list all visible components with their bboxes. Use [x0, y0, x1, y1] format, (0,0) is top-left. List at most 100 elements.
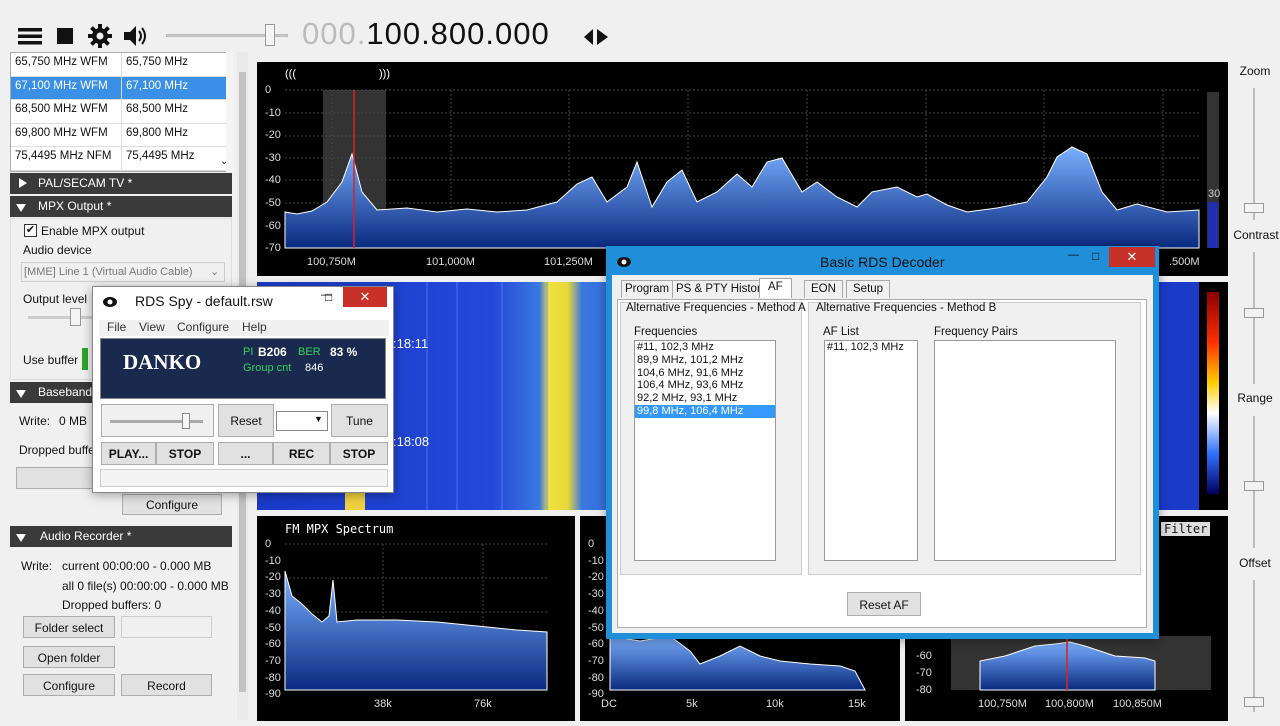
list-item[interactable]: 104,6 MHz, 91,6 MHz — [635, 367, 775, 380]
open-folder-button[interactable]: Open folder — [23, 646, 115, 668]
audio-device-select[interactable]: [MME] Line 1 (Virtual Audio Cable) — [21, 262, 225, 282]
rds-level-thumb[interactable] — [182, 413, 190, 429]
stop-button[interactable]: STOP — [156, 442, 214, 465]
chevron-down-icon[interactable]: ▼ — [314, 414, 323, 424]
offset-slider-thumb[interactable] — [1244, 697, 1264, 707]
play-button[interactable]: PLAY... — [101, 442, 156, 465]
folder-path-field[interactable] — [121, 616, 212, 638]
method-a-label: Alternative Frequencies - Method A — [626, 302, 806, 314]
section-audio-recorder[interactable]: Audio Recorder * — [10, 526, 232, 547]
menu-help[interactable]: Help — [242, 320, 267, 334]
reset-af-button[interactable]: Reset AF — [847, 592, 921, 616]
menu-icon[interactable] — [16, 22, 44, 50]
record-button[interactable]: Record — [121, 674, 212, 696]
list-item[interactable]: 89,9 MHz, 101,2 MHz — [635, 354, 775, 367]
mpx-spectrum-panel[interactable]: FM MPX Spectrum 0 -10 -20 -30 -40 -50 -60 -70 -8… — [257, 516, 575, 721]
tab-program[interactable]: Program — [621, 280, 674, 298]
tab-setup[interactable]: Setup — [846, 280, 891, 298]
recorder-configure-button[interactable]: Configure — [23, 674, 115, 696]
menu-view[interactable]: View — [139, 320, 165, 334]
range-slider-thumb[interactable] — [1244, 481, 1264, 491]
af-tab-panel: Alternative Frequencies - Method A Alter… — [617, 299, 1147, 628]
mpx-x-tick: 38k — [374, 698, 392, 710]
table-row[interactable]: 65,750 MHz WFM 65,750 MHz — [11, 53, 233, 77]
frequency-display[interactable]: 000.100.800.000 — [302, 16, 550, 52]
list-item[interactable]: 99,8 MHz, 106,4 MHz — [635, 404, 775, 418]
stop-rec-button[interactable]: STOP — [330, 442, 388, 465]
table-row[interactable]: 68,500 MHz WFM 68,500 MHz — [11, 100, 233, 124]
tab-ps-pty-history[interactable]: PS & PTY History — [672, 280, 771, 298]
table-row[interactable]: 75,4495 MHz NFM 75,4495 MHz — [11, 147, 233, 171]
zoom-slider-thumb[interactable] — [1244, 203, 1264, 213]
gear-icon[interactable] — [86, 22, 114, 50]
list-item[interactable]: #11, 102,3 MHz — [825, 341, 917, 354]
enable-mpx-checkbox[interactable]: ✔ — [24, 224, 37, 237]
menu-file[interactable]: File — [107, 320, 126, 334]
bandwidth-marker-left: ((( — [285, 68, 296, 80]
rds-decoder-titlebar[interactable]: Basic RDS Decoder — □ ✕ — [607, 247, 1158, 275]
chevron-down-icon[interactable]: ⌄ — [210, 265, 219, 278]
rds-level-control[interactable] — [101, 404, 214, 437]
table-cell: 65,750 MHz — [122, 53, 233, 76]
list-item[interactable]: 92,2 MHz, 93,1 MHz — [635, 392, 775, 405]
browse-button[interactable]: ... — [218, 442, 273, 465]
frequency-manager-table[interactable]: 65,750 MHz WFM 65,750 MHz 67,100 MHz WFM 67… — [10, 52, 234, 172]
table-row[interactable]: 69,800 MHz WFM 69,800 MHz — [11, 123, 233, 147]
y-tick: -60 — [588, 638, 604, 651]
tab-eon[interactable]: EON — [804, 280, 843, 298]
rds-spy-close-button[interactable]: ✕ — [343, 287, 387, 307]
tab-af[interactable]: AF — [759, 278, 792, 298]
rds-spy-display: DANKO PI B206 BER 83 % Group cnt 846 — [100, 338, 386, 399]
frequency-pairs-list[interactable] — [934, 340, 1116, 561]
zoom-slider[interactable] — [1253, 88, 1255, 220]
y-tick: -60 — [265, 219, 281, 232]
rds-spy-titlebar[interactable]: RDS Spy - default.rsw — □ ✕ — [93, 287, 393, 315]
output-level-slider[interactable] — [28, 316, 98, 319]
rds-decoder-window: Basic RDS Decoder — □ ✕ Program PS & PTY… — [606, 246, 1159, 639]
af-list[interactable]: #11, 102,3 MHz — [824, 340, 918, 561]
minimize-button[interactable]: — — [1068, 249, 1079, 261]
y-tick: -90 — [265, 688, 281, 701]
table-cell: 75,4495 MHz — [122, 147, 233, 170]
reset-button[interactable]: Reset — [218, 404, 274, 437]
baseband-configure-button[interactable]: Configure — [122, 494, 222, 515]
chevron-down-icon[interactable]: ⌄ — [220, 156, 228, 167]
contrast-slider[interactable] — [1253, 252, 1255, 384]
contrast-slider-thumb[interactable] — [1244, 308, 1264, 318]
output-level-thumb[interactable] — [70, 308, 81, 326]
folder-select-button[interactable]: Folder select — [23, 616, 115, 638]
tune-button[interactable]: Tune — [331, 404, 388, 437]
speaker-icon[interactable] — [121, 22, 149, 50]
ber-label: BER — [298, 346, 321, 358]
offset-slider[interactable] — [1253, 580, 1255, 712]
filter-x-tick: 100,750M — [978, 698, 1027, 710]
maximize-button[interactable]: □ — [1092, 249, 1099, 263]
volume-slider-thumb[interactable] — [265, 24, 275, 46]
list-item[interactable]: #11, 102,3 MHz — [635, 341, 775, 354]
table-cell: 67,100 MHz — [122, 76, 233, 99]
baseband-write-label: Write: — [19, 414, 51, 428]
frequency-pairs-label: Frequency Pairs — [934, 326, 1018, 338]
audio-device-label: Audio device — [23, 243, 92, 257]
recorder-write-label: Write: — [21, 559, 53, 573]
table-row[interactable]: 67,100 MHz WFM 67,100 MHz — [11, 76, 233, 100]
rec-button[interactable]: REC — [273, 442, 330, 465]
menu-configure[interactable]: Configure — [177, 320, 229, 334]
y-tick: -30 — [265, 151, 281, 164]
tuning-arrows-icon[interactable] — [583, 27, 609, 47]
stop-icon[interactable] — [52, 22, 80, 50]
section-mpx-output[interactable]: MPX Output * — [10, 196, 232, 217]
rds-decoder-body: Program PS & PTY History AF EON Setup Al… — [612, 275, 1153, 633]
rds-decoder-close-button[interactable]: ✕ — [1109, 247, 1155, 267]
y-tick: -20 — [265, 571, 281, 584]
recorder-all: all 0 file(s) 00:00:00 - 0.000 MB — [62, 579, 229, 593]
rds-spy-statusbar — [100, 469, 388, 487]
maximize-button[interactable]: □ — [325, 290, 332, 304]
frequencies-list[interactable]: #11, 102,3 MHz 89,9 MHz, 101,2 MHz 104,6 M… — [634, 340, 776, 561]
filter-y-tick: -70 — [916, 667, 932, 679]
frequency-value: 100.800.000 — [366, 16, 550, 51]
list-item[interactable]: 106,4 MHz, 93,6 MHz — [635, 379, 775, 392]
main-spectrum-panel[interactable]: ((( ))) 0 -10 -20 -30 -40 -50 -60 -70 100,750M … — [257, 62, 1228, 276]
section-pal-secam[interactable]: PAL/SECAM TV * — [10, 173, 232, 194]
table-scrollbar[interactable] — [226, 52, 234, 172]
